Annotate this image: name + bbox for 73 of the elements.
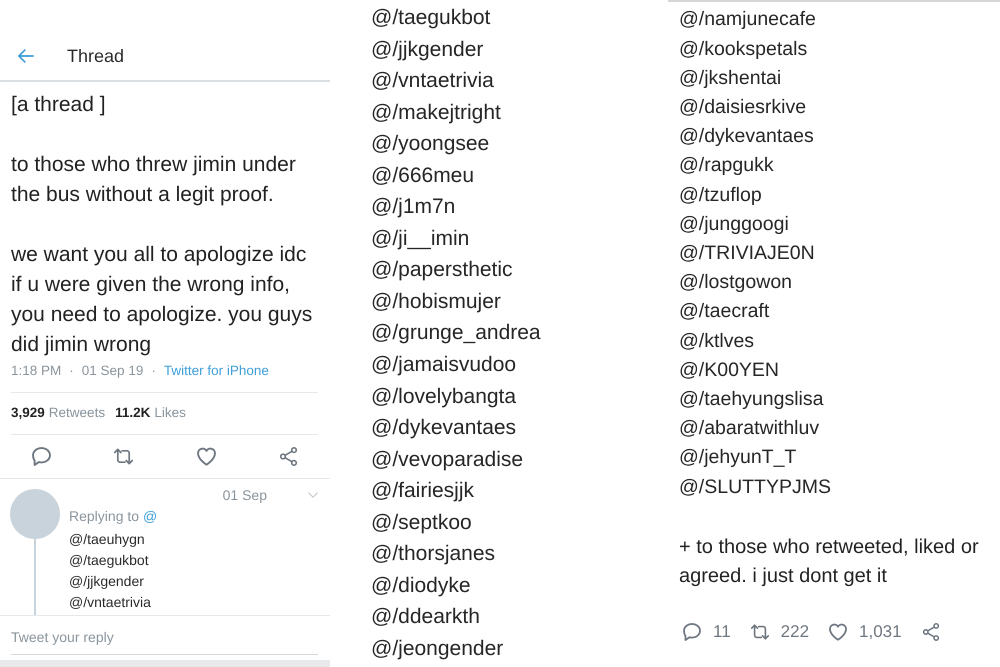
mention-handle: @/hobismujer bbox=[371, 288, 502, 315]
replying-to-label: Replying to bbox=[69, 507, 140, 526]
mention-handle: @/rapgukk bbox=[679, 153, 775, 178]
mention-handle: @/taeuhygn bbox=[69, 530, 146, 549]
mention-handle: @/abaratwithluv bbox=[679, 416, 820, 442]
mention-handle: @/vevoparadise bbox=[371, 446, 524, 473]
reply-field[interactable]: Tweet your reply bbox=[11, 616, 318, 655]
tweet-text: to those who threw jimin under the bus without a legit proof. bbox=[11, 152, 297, 208]
mention-handle: @/TRIVIAJE0N bbox=[679, 241, 816, 266]
stat-label: Retweets bbox=[48, 404, 106, 422]
mention-handle: @/ddearkth bbox=[371, 604, 481, 630]
speech-bubble-icon bbox=[683, 622, 701, 641]
mention-handle: @/taehyungslisa bbox=[679, 387, 824, 412]
back-arrow-icon[interactable] bbox=[18, 49, 34, 63]
mention-handle: @/yoongsee bbox=[371, 131, 490, 158]
mention-handle: @/taecraft bbox=[679, 299, 770, 324]
separator-dot: · bbox=[69, 362, 74, 380]
tweet-text: + to those who retweeted, liked or agreed. i just dont get it bbox=[679, 534, 980, 589]
heart-icon[interactable] bbox=[196, 447, 216, 466]
mention-handle: @/dykevantaes bbox=[679, 124, 815, 150]
separator-dot: · bbox=[151, 362, 156, 380]
mention-handle: @/diodyke bbox=[371, 572, 472, 599]
mention-handle: @/666meu bbox=[371, 162, 476, 189]
mention-handle: @/papersthetic bbox=[371, 257, 514, 284]
mention-handle: @/tzuflop bbox=[679, 182, 763, 208]
share-icon[interactable] bbox=[922, 622, 940, 641]
heart-icon bbox=[829, 622, 848, 641]
mention-handle: @/lovelybangta bbox=[371, 384, 518, 410]
mention-handle: @/dykevantaes bbox=[371, 415, 518, 442]
mention-handle: @/SLUTTYPJMS bbox=[679, 474, 832, 500]
mention-handle: @/ktlves bbox=[679, 328, 756, 354]
tweet-text: [a thread ] bbox=[11, 92, 107, 118]
mention-handle: @/septkoo bbox=[371, 510, 473, 536]
tweet-text: we want you all to apologize idc if u were given the wrong info, you need to apologize. you guys did jimin wrong bbox=[11, 242, 314, 358]
mention-handle: @/jkshentai bbox=[679, 66, 782, 91]
mention-handle: @/lostgowon bbox=[679, 270, 794, 296]
mention-handle: @/jehyunT_T bbox=[679, 445, 798, 470]
mention-handle: @/thorsjanes bbox=[371, 541, 496, 568]
stat-count: 3,929 bbox=[11, 404, 45, 422]
mention-handle: @/jjkgender bbox=[371, 36, 484, 63]
mention-handle: @/ji__imin bbox=[371, 226, 470, 252]
stat-label: Likes bbox=[154, 404, 186, 422]
mention-handle: @/fairiesjjk bbox=[371, 478, 476, 504]
mention-handle: @/K00YEN bbox=[679, 358, 780, 383]
loop-arrows-icon bbox=[750, 622, 769, 641]
mention-handle: @/jamaisvudoo bbox=[371, 352, 518, 378]
mention-handle: @/jeongender bbox=[371, 636, 504, 662]
mention-handle: @/taegukbot bbox=[69, 551, 150, 570]
timestamp-text: 01 Sep 19 bbox=[82, 362, 144, 380]
share-icon[interactable] bbox=[279, 447, 298, 466]
source-link[interactable]: Twitter for iPhone bbox=[164, 360, 269, 382]
mention-handle: @/vntaetrivia bbox=[69, 593, 152, 612]
mention-handle: @/namjunecafe bbox=[679, 7, 817, 32]
mention-link[interactable]: @ bbox=[143, 506, 158, 527]
header-title: Thread bbox=[67, 46, 124, 66]
mention-handle: @/jjkgender bbox=[69, 572, 145, 591]
mention-handle: @/daisiesrkive bbox=[679, 95, 808, 120]
mention-handle: @/j1m7n bbox=[371, 194, 456, 220]
mention-handle: @/junggoogi bbox=[679, 212, 790, 237]
retweet-button[interactable]: 222 bbox=[750, 620, 810, 643]
mention-handle: @/grunge_andrea bbox=[371, 320, 542, 346]
mention-handle: @/taegukbot bbox=[371, 5, 492, 31]
timestamp-text: 1:18 PM bbox=[11, 362, 62, 380]
mention-handle: @/makejtright bbox=[371, 100, 502, 126]
reply-date: 01 Sep bbox=[222, 487, 267, 503]
reply-button[interactable]: 11 bbox=[683, 620, 731, 643]
mention-handle: @/vntaetrivia bbox=[371, 68, 495, 94]
stat-count: 11.2K bbox=[115, 404, 150, 422]
avatar-placeholder bbox=[10, 489, 60, 539]
like-button[interactable]: 1,031 bbox=[829, 620, 902, 643]
mention-handle: @/kookspetals bbox=[679, 36, 808, 62]
speech-bubble-icon[interactable] bbox=[32, 447, 51, 466]
loop-arrows-icon[interactable] bbox=[114, 447, 134, 466]
